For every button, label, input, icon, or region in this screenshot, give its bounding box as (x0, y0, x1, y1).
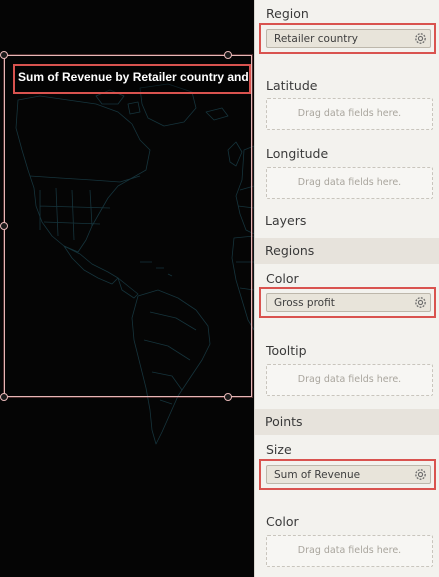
points-size-field-highlight: Sum of Revenue (259, 459, 436, 490)
regions-color-field-highlight: Gross profit (259, 287, 436, 318)
resize-handle-bottom-center[interactable] (224, 393, 232, 401)
longitude-drop-placeholder: Drag data fields here. (297, 177, 402, 188)
points-size-field-pill[interactable]: Sum of Revenue (266, 465, 431, 484)
visualization-selection-frame[interactable] (4, 55, 252, 397)
resize-handle-bottom-left[interactable] (0, 393, 8, 401)
regions-color-field-pill[interactable]: Gross profit (266, 293, 431, 312)
resize-handle-middle-left[interactable] (0, 222, 8, 230)
latitude-label: Latitude (266, 78, 318, 93)
map-visualization-canvas[interactable]: Sum of Revenue by Retailer country and G… (0, 0, 254, 577)
points-color-drop-placeholder: Drag data fields here. (297, 545, 402, 556)
points-section-title: Points (265, 414, 303, 429)
points-section-header[interactable]: Points (255, 409, 439, 435)
regions-color-field-name: Gross profit (274, 297, 335, 309)
resize-handle-top-left[interactable] (0, 51, 8, 59)
tooltip-label: Tooltip (266, 343, 307, 358)
gear-icon[interactable] (413, 31, 428, 46)
resize-handle-top-center[interactable] (224, 51, 232, 59)
region-field-pill[interactable]: Retailer country (266, 29, 431, 48)
region-label: Region (266, 6, 309, 21)
points-color-label: Color (266, 514, 299, 529)
layers-label: Layers (265, 213, 307, 228)
tooltip-drop-placeholder: Drag data fields here. (297, 374, 402, 385)
longitude-label: Longitude (266, 146, 329, 161)
points-size-field-name: Sum of Revenue (274, 469, 361, 481)
data-properties-panel: Region Retailer country Latitude Drag da… (254, 0, 439, 577)
gear-icon[interactable] (413, 295, 428, 310)
regions-section-header[interactable]: Regions (255, 238, 439, 264)
chart-title[interactable]: Sum of Revenue by Retailer country and G… (18, 70, 249, 84)
regions-color-label: Color (266, 271, 299, 286)
gear-icon[interactable] (413, 467, 428, 482)
tooltip-drop-zone[interactable]: Drag data fields here. (266, 364, 433, 396)
region-field-highlight: Retailer country (259, 23, 436, 54)
regions-section-title: Regions (265, 243, 315, 258)
chart-title-highlight[interactable]: Sum of Revenue by Retailer country and G… (13, 64, 251, 94)
region-field-name: Retailer country (274, 33, 358, 45)
latitude-drop-placeholder: Drag data fields here. (297, 108, 402, 119)
points-color-drop-zone[interactable]: Drag data fields here. (266, 535, 433, 567)
points-size-label: Size (266, 442, 292, 457)
latitude-drop-zone[interactable]: Drag data fields here. (266, 98, 433, 130)
longitude-drop-zone[interactable]: Drag data fields here. (266, 167, 433, 199)
